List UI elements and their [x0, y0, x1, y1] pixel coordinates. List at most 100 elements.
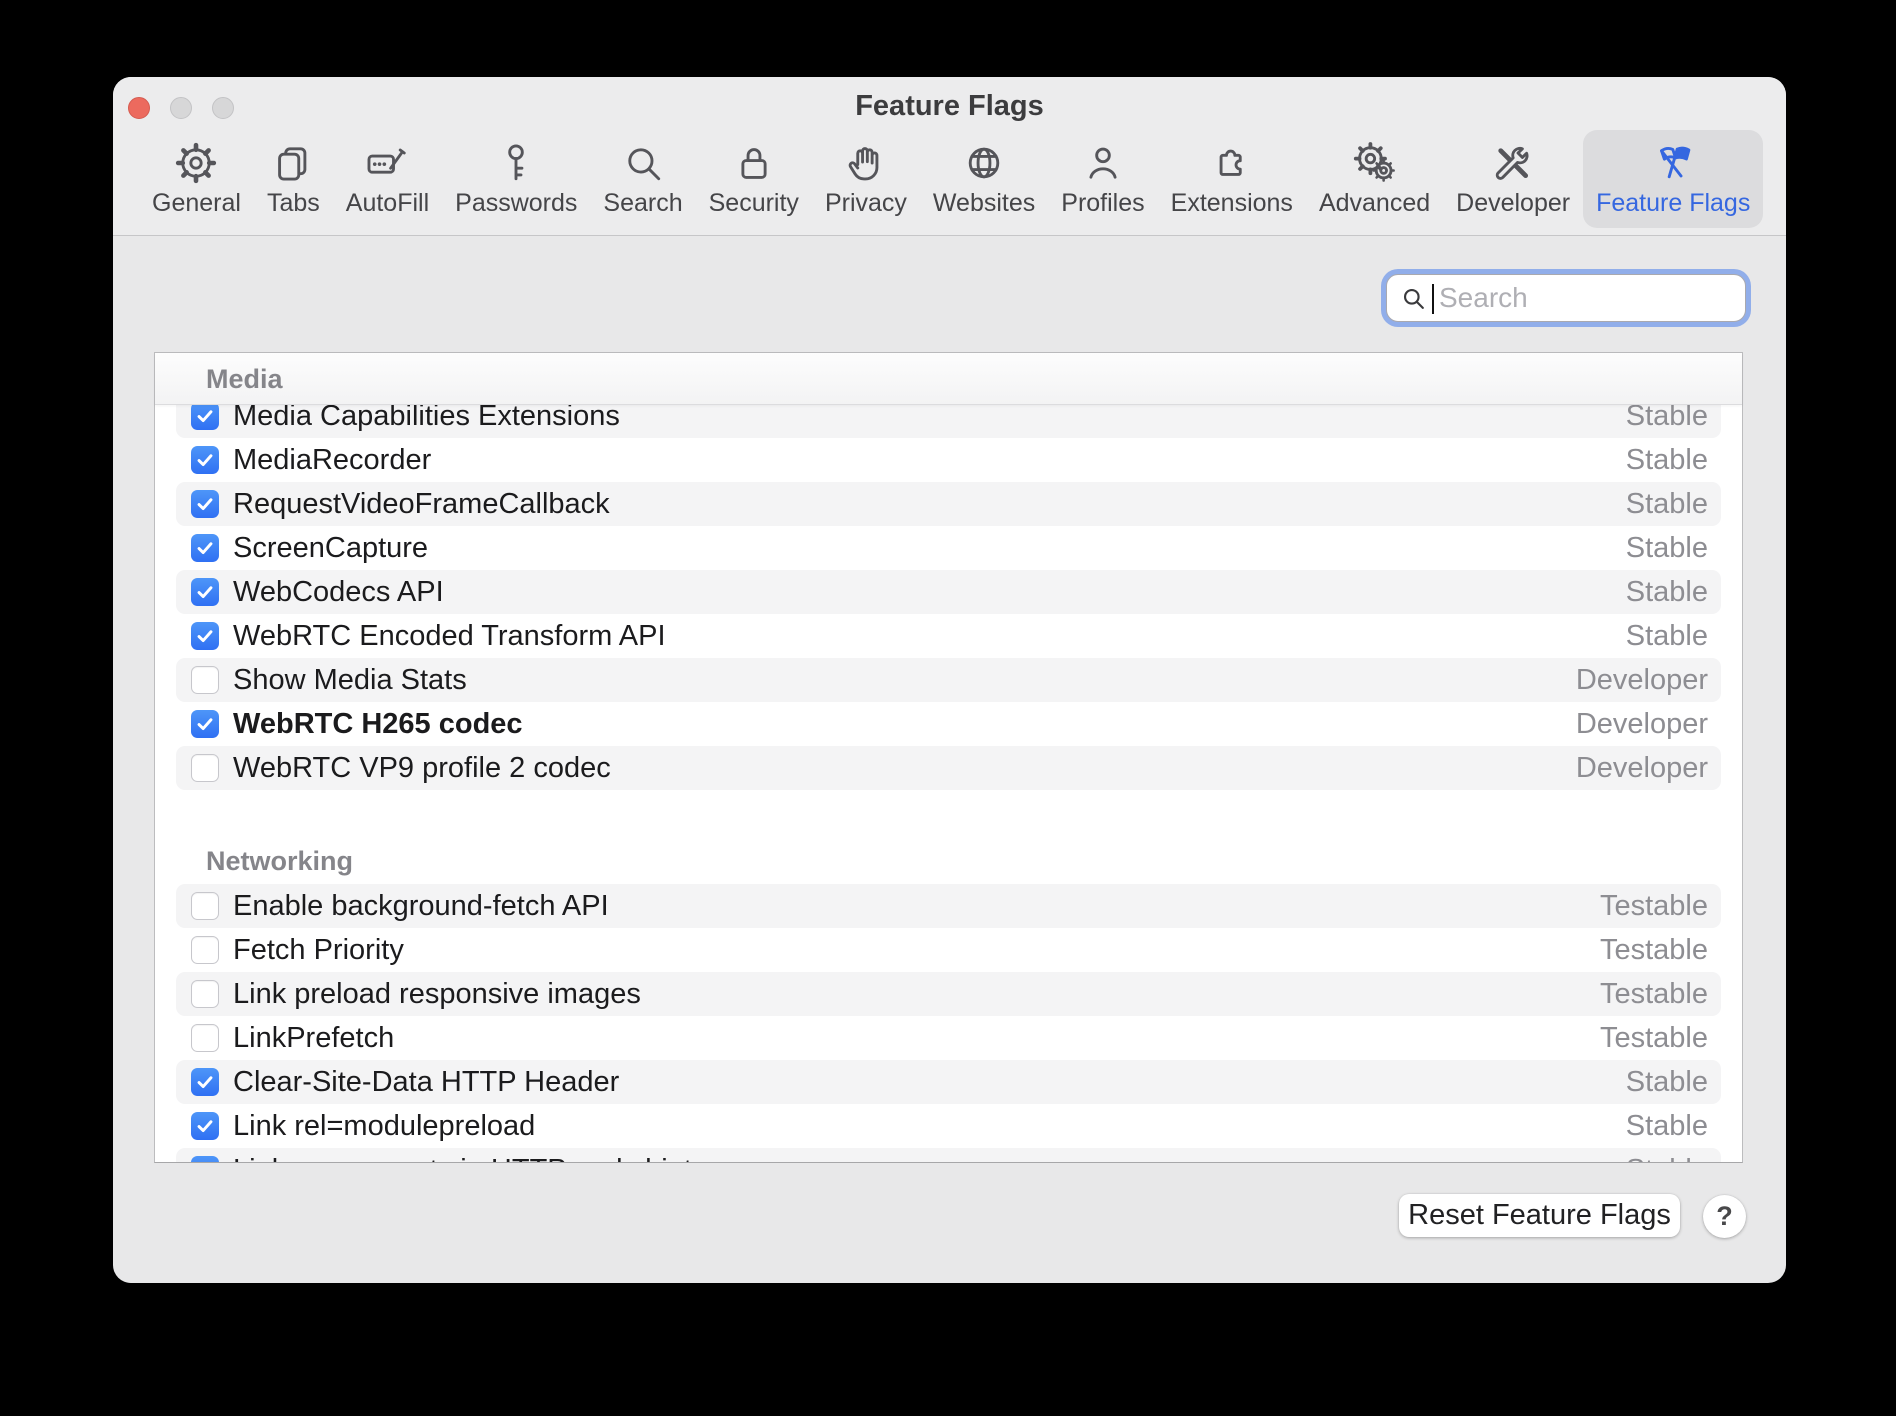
status-label: Stable [1626, 1104, 1708, 1148]
feature-row: Fetch Priority Testable [155, 928, 1742, 972]
status-label: Testable [1600, 928, 1708, 972]
tab-label: AutoFill [346, 189, 429, 218]
feature-label: WebCodecs API [233, 570, 444, 614]
status-label: Stable [1626, 405, 1708, 438]
feature-checkbox[interactable] [191, 980, 219, 1008]
status-label: Developer [1576, 746, 1708, 790]
feature-row: Link preload responsive images Testable [155, 972, 1742, 1016]
tools-icon [1490, 138, 1536, 188]
feature-row: Link rel=modulepreloadStable [155, 1104, 1742, 1148]
tab-security[interactable]: Security [696, 130, 812, 228]
tab-label: Search [603, 189, 682, 218]
tab-label: General [152, 189, 241, 218]
tab-search[interactable]: Search [590, 130, 695, 228]
feature-label: LinkPrefetch [233, 1016, 394, 1060]
feature-checkbox[interactable] [191, 892, 219, 920]
feature-label: WebRTC VP9 profile 2 codec [233, 746, 611, 790]
feature-row: ScreenCaptureStable [155, 526, 1742, 570]
sticky-section-header: Media [155, 353, 1742, 405]
tab-developer[interactable]: Developer [1443, 130, 1583, 228]
feature-checkbox[interactable] [191, 666, 219, 694]
feature-checkbox[interactable] [191, 578, 219, 606]
status-label: Stable [1626, 614, 1708, 658]
feature-checkbox[interactable] [191, 936, 219, 964]
feature-flags-table: Media Media Capabilities Extensions Stabl… [154, 352, 1743, 1163]
status-label: Stable [1626, 1060, 1708, 1104]
feature-row: LinkPrefetchTestable [155, 1016, 1742, 1060]
feature-label: RequestVideoFrameCallback [233, 482, 610, 526]
autofill-icon [364, 138, 410, 188]
feature-checkbox[interactable] [191, 1068, 219, 1096]
feature-checkbox[interactable] [191, 446, 219, 474]
feature-label: WebRTC H265 codec [233, 702, 523, 746]
tab-feature-flags[interactable]: Feature Flags [1583, 130, 1763, 228]
feature-checkbox[interactable] [191, 405, 219, 430]
tab-label: Websites [933, 189, 1035, 218]
status-label: Testable [1600, 884, 1708, 928]
lock-icon [731, 138, 777, 188]
feature-row: WebRTC Encoded Transform APIStable [155, 614, 1742, 658]
feature-checkbox[interactable] [191, 622, 219, 650]
settings-toolbar: General Tabs AutoFill Passwords Search Securi… [139, 125, 1776, 235]
feature-label: Enable background-fetch API [233, 884, 609, 928]
status-label: Stable [1626, 1148, 1708, 1162]
puzzle-icon [1209, 138, 1255, 188]
feature-checkbox[interactable] [191, 1024, 219, 1052]
feature-checkbox[interactable] [191, 1156, 219, 1162]
magnifier-icon [620, 138, 666, 188]
tab-profiles[interactable]: Profiles [1048, 130, 1157, 228]
tab-general[interactable]: General [139, 130, 254, 228]
feature-checkbox[interactable] [191, 710, 219, 738]
tab-websites[interactable]: Websites [920, 130, 1048, 228]
feature-row: Link preconnect via HTTP early hintsStab… [155, 1148, 1742, 1162]
hand-icon [843, 138, 889, 188]
tab-tabs[interactable]: Tabs [254, 130, 333, 228]
status-label: Stable [1626, 482, 1708, 526]
feature-checkbox[interactable] [191, 490, 219, 518]
feature-checkbox[interactable] [191, 534, 219, 562]
feature-row: RequestVideoFrameCallback Stable [155, 482, 1742, 526]
desktop-background: Feature Flags General Tabs AutoFill Passwor… [0, 0, 1896, 1416]
feature-label: Link preload responsive images [233, 972, 641, 1016]
tab-passwords[interactable]: Passwords [442, 130, 590, 228]
help-button[interactable]: ? [1703, 1195, 1746, 1238]
tab-autofill[interactable]: AutoFill [333, 130, 442, 228]
tab-label: Profiles [1061, 189, 1144, 218]
tab-extensions[interactable]: Extensions [1158, 130, 1306, 228]
search-input[interactable] [1387, 275, 1745, 321]
tab-privacy[interactable]: Privacy [812, 130, 920, 228]
feature-checkbox[interactable] [191, 1112, 219, 1140]
feature-label: Media Capabilities Extensions [233, 405, 620, 438]
reset-feature-flags-button[interactable]: Reset Feature Flags [1399, 1194, 1680, 1237]
status-label: Testable [1600, 972, 1708, 1016]
tab-label: Privacy [825, 189, 907, 218]
feature-row: MediaRecorderStable [155, 438, 1742, 482]
feature-checkbox[interactable] [191, 754, 219, 782]
feature-label: Show Media Stats [233, 658, 467, 702]
feature-row: Show Media StatsDeveloper [155, 658, 1742, 702]
key-icon [493, 138, 539, 188]
tab-label: Security [709, 189, 799, 218]
status-label: Stable [1626, 526, 1708, 570]
feature-label: Fetch Priority [233, 928, 404, 972]
tab-label: Developer [1456, 189, 1570, 218]
tab-label: Advanced [1319, 189, 1430, 218]
globe-icon [961, 138, 1007, 188]
gears-icon [1352, 138, 1398, 188]
feature-row: Clear-Site-Data HTTP Header Stable [155, 1060, 1742, 1104]
tab-advanced[interactable]: Advanced [1306, 130, 1443, 228]
safari-settings-window: Feature Flags General Tabs AutoFill Passwor… [113, 77, 1786, 1283]
section-header: Networking [155, 834, 1742, 884]
feature-list-scroll[interactable]: Media Capabilities ExtensionsStableMedia… [155, 405, 1742, 1162]
person-icon [1080, 138, 1126, 188]
tab-label: Passwords [455, 189, 577, 218]
feature-label: Clear-Site-Data HTTP Header [233, 1060, 619, 1104]
window-title: Feature Flags [113, 90, 1786, 123]
feature-row: Media Capabilities Extensions Stable [155, 405, 1742, 438]
feature-row: WebCodecs APIStable [155, 570, 1742, 614]
feature-label: MediaRecorder [233, 438, 431, 482]
tab-label: Tabs [267, 189, 320, 218]
window-chrome: Feature Flags General Tabs AutoFill Passwor… [113, 77, 1786, 236]
tabs-icon [270, 138, 316, 188]
section-gap [155, 790, 1742, 834]
